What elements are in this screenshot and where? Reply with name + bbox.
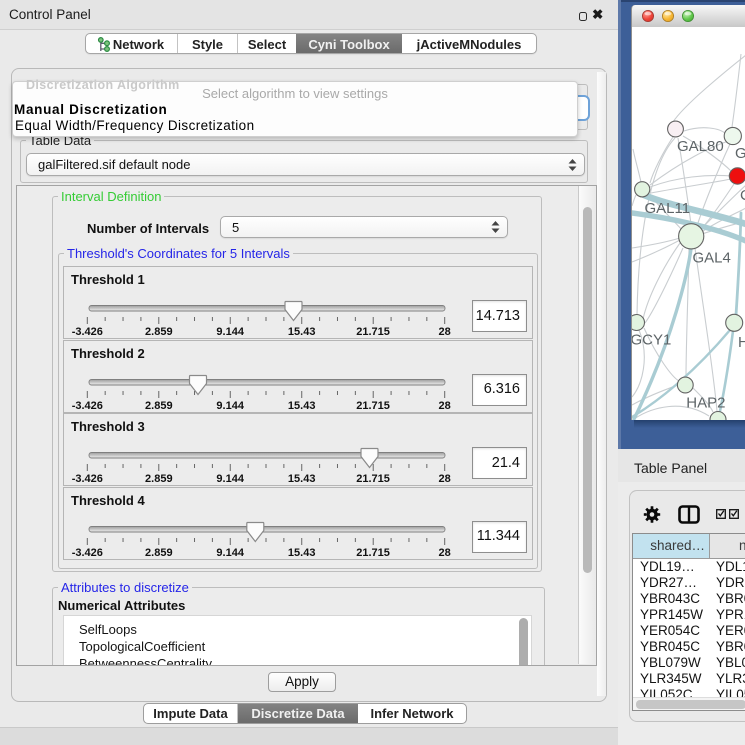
svg-text:28: 28 [438, 547, 450, 559]
svg-text:28: 28 [438, 473, 450, 485]
svg-text:G: G [735, 145, 745, 162]
svg-text:15.43: 15.43 [288, 473, 316, 485]
svg-text:GAL4: GAL4 [693, 250, 731, 267]
svg-text:28: 28 [438, 400, 450, 412]
svg-text:9.144: 9.144 [216, 473, 244, 485]
svg-text:2.859: 2.859 [145, 473, 173, 485]
svg-text:15.43: 15.43 [288, 326, 316, 338]
svg-text:-3.426: -3.426 [72, 326, 103, 338]
svg-text:28: 28 [438, 326, 450, 338]
svg-text:15.43: 15.43 [288, 547, 316, 559]
svg-text:21.715: 21.715 [356, 473, 390, 485]
svg-text:C: C [740, 187, 745, 204]
svg-text:9.144: 9.144 [216, 400, 244, 412]
svg-text:GAL80: GAL80 [677, 138, 724, 155]
svg-text:GCY1: GCY1 [631, 332, 671, 349]
svg-text:21.715: 21.715 [356, 326, 390, 338]
svg-text:GAL11: GAL11 [645, 200, 691, 217]
svg-text:-3.426: -3.426 [72, 473, 103, 485]
svg-text:2.859: 2.859 [145, 547, 173, 559]
svg-text:-3.426: -3.426 [72, 400, 103, 412]
svg-text:21.715: 21.715 [356, 400, 390, 412]
svg-text:-3.426: -3.426 [72, 547, 103, 559]
svg-text:HAP2: HAP2 [686, 395, 725, 412]
svg-text:15.43: 15.43 [288, 400, 316, 412]
svg-text:H: H [738, 334, 745, 351]
svg-text:2.859: 2.859 [145, 326, 173, 338]
svg-text:21.715: 21.715 [356, 547, 390, 559]
svg-text:9.144: 9.144 [216, 547, 244, 559]
svg-text:9.144: 9.144 [216, 326, 244, 338]
svg-text:2.859: 2.859 [145, 400, 173, 412]
